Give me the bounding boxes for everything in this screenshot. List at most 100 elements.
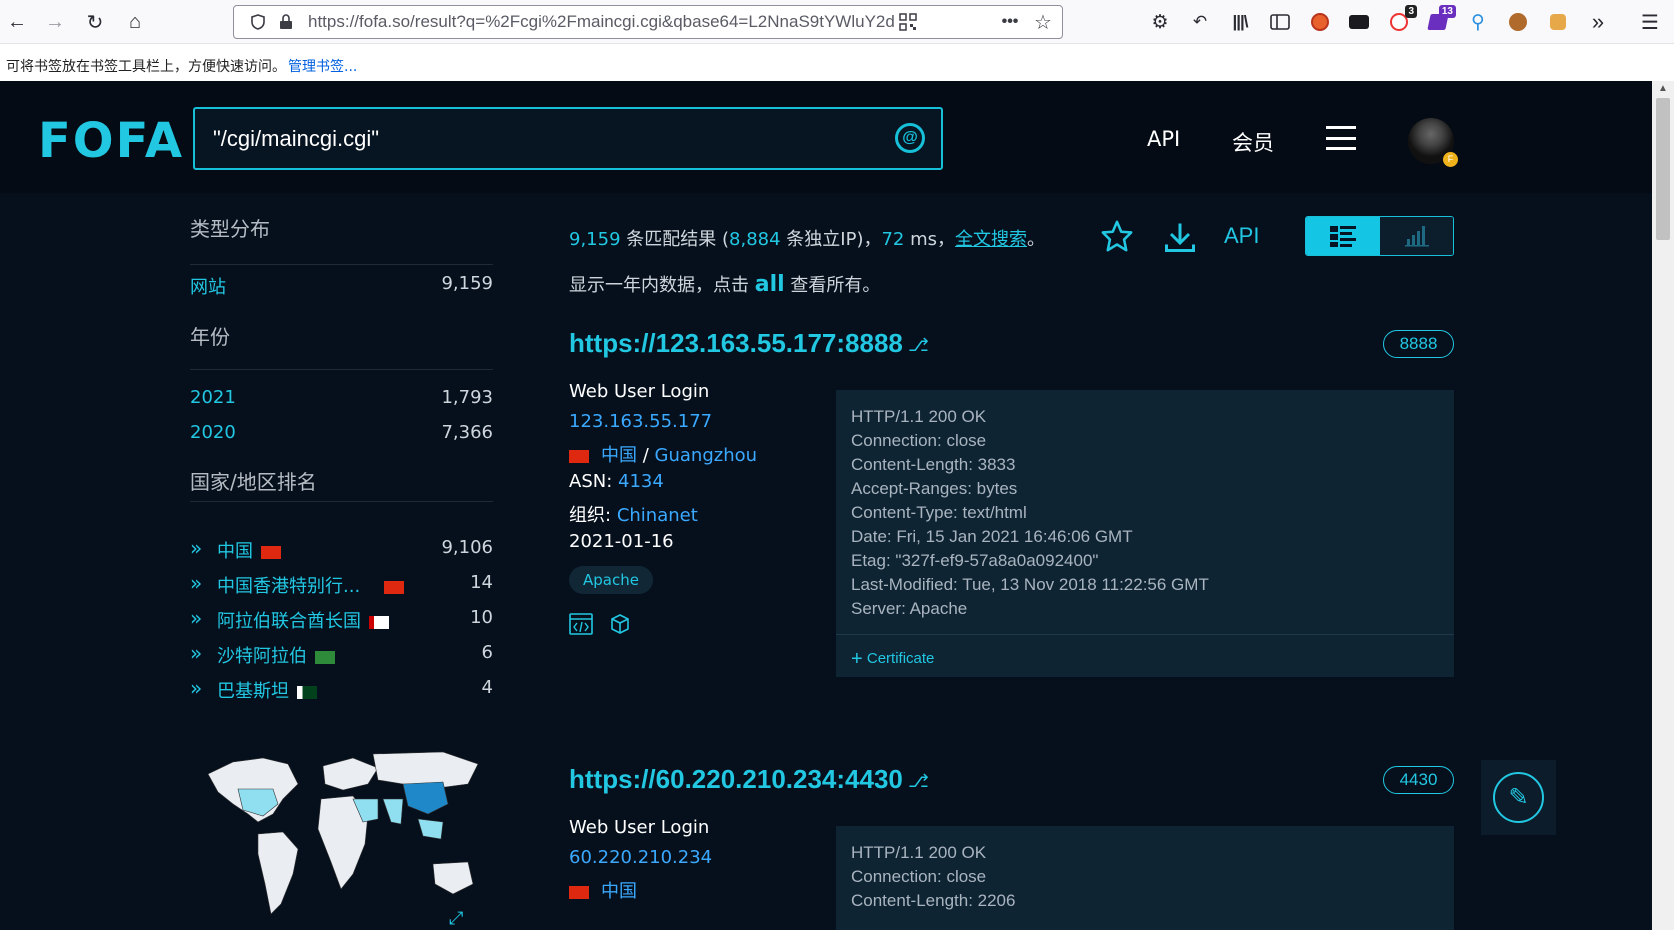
menu-icon[interactable] bbox=[1326, 126, 1356, 150]
download-icon[interactable] bbox=[1162, 219, 1198, 260]
header-line: Accept-Ranges: bytes bbox=[851, 479, 1018, 498]
nodes-extension-icon[interactable]: 3 bbox=[1387, 5, 1417, 34]
page-scrollbar[interactable]: ▲ bbox=[1652, 81, 1674, 930]
port-badge[interactable]: 4430 bbox=[1383, 766, 1454, 794]
view-toggle[interactable] bbox=[1305, 216, 1454, 256]
chevron-double-right-icon: » bbox=[190, 641, 203, 665]
country-name[interactable]: 阿拉伯联合酋长国 bbox=[217, 611, 361, 632]
country-label[interactable]: 阿拉伯联合酋长国 bbox=[217, 607, 389, 633]
country-name[interactable]: 沙特阿拉伯 bbox=[217, 646, 307, 667]
type-count: 9,159 bbox=[441, 273, 493, 294]
query-ms: 72 bbox=[881, 229, 905, 250]
code-view-icon[interactable] bbox=[569, 613, 593, 640]
result-url[interactable]: https://123.163.55.177:8888 bbox=[569, 328, 903, 359]
avatar[interactable]: F bbox=[1408, 118, 1458, 167]
chart-view-button[interactable] bbox=[1380, 217, 1453, 255]
year-row[interactable]: 2021 1,793 bbox=[190, 387, 493, 413]
country-label[interactable]: 中国 bbox=[217, 537, 281, 563]
year-label[interactable]: 2021 bbox=[190, 387, 236, 408]
result-url[interactable]: https://60.220.210.234:4430 bbox=[569, 764, 903, 795]
result-ip[interactable]: 60.220.210.234 bbox=[569, 847, 712, 868]
header-line: Date: Fri, 15 Jan 2021 16:46:06 GMT bbox=[851, 527, 1133, 546]
result-ip[interactable]: 123.163.55.177 bbox=[569, 411, 712, 432]
country-row[interactable]: » 中国 9,106 bbox=[190, 536, 493, 563]
list-view-button[interactable] bbox=[1306, 217, 1380, 255]
country-row[interactable]: » 巴基斯坦 4 bbox=[190, 676, 493, 703]
city-link[interactable]: Guangzhou bbox=[655, 445, 758, 466]
qr-code-icon[interactable] bbox=[896, 10, 920, 34]
back-button[interactable]: ← bbox=[2, 7, 32, 37]
undo-extension-icon[interactable]: ↶ bbox=[1188, 10, 1212, 34]
sidebar-toggle-icon[interactable] bbox=[1268, 10, 1292, 34]
nav-member[interactable]: 会员 bbox=[1232, 127, 1274, 157]
range-text-2: 查看所有。 bbox=[790, 275, 881, 296]
block-extension-icon[interactable] bbox=[1308, 10, 1332, 34]
reload-button[interactable]: ↻ bbox=[80, 7, 110, 37]
address-bar[interactable]: https://fofa.so/result?q=%2Fcgi%2Fmaincg… bbox=[233, 5, 1063, 39]
country-name[interactable]: 巴基斯坦 bbox=[217, 681, 289, 702]
year-label[interactable]: 2020 bbox=[190, 422, 236, 443]
type-row[interactable]: 网站 9,159 bbox=[190, 273, 493, 299]
country-label[interactable]: 中国香港特别行... bbox=[217, 572, 405, 598]
nav-api[interactable]: API bbox=[1147, 127, 1180, 151]
mask-extension-icon[interactable] bbox=[1347, 10, 1371, 34]
port-badge[interactable]: 8888 bbox=[1383, 330, 1454, 358]
page-actions-icon[interactable]: ••• bbox=[998, 10, 1022, 34]
favorite-star-icon[interactable] bbox=[1100, 219, 1134, 258]
purple-extension-icon[interactable]: 13 bbox=[1426, 5, 1456, 34]
cube-icon[interactable] bbox=[609, 613, 631, 640]
certificate-toggle[interactable]: + Certificate bbox=[836, 634, 1454, 677]
header-line: Content-Type: text/html bbox=[851, 503, 1027, 522]
org-link[interactable]: Chinanet bbox=[617, 505, 698, 526]
feedback-button[interactable]: ✎ bbox=[1481, 760, 1556, 835]
country-label[interactable]: 沙特阿拉伯 bbox=[217, 642, 335, 668]
expand-icon[interactable]: ⤢ bbox=[449, 908, 464, 929]
country-row[interactable]: » 阿拉伯联合酋长国 10 bbox=[190, 606, 493, 633]
search-box[interactable]: "/cgi/maincgi.cgi" @ bbox=[193, 107, 943, 170]
shield-icon[interactable] bbox=[246, 10, 270, 34]
bar-chart-icon bbox=[1404, 226, 1429, 247]
search-input[interactable]: "/cgi/maincgi.cgi" bbox=[213, 126, 379, 152]
fofa-logo[interactable]: FOFA bbox=[38, 111, 184, 171]
gear-extension-icon[interactable]: ⚙ bbox=[1148, 10, 1172, 34]
country-name[interactable]: 中国香港特别行... bbox=[217, 576, 360, 597]
cookie-extension-icon[interactable] bbox=[1506, 10, 1530, 34]
divider bbox=[190, 501, 493, 502]
plus-icon: + bbox=[851, 648, 863, 670]
result-date: 2021-01-16 bbox=[569, 531, 674, 552]
fulltext-search-link[interactable]: 全文搜索 bbox=[955, 229, 1027, 250]
year-row[interactable]: 2020 7,366 bbox=[190, 422, 493, 448]
country-link[interactable]: 中国 bbox=[601, 445, 637, 466]
pin-extension-icon[interactable]: ⚲ bbox=[1466, 10, 1490, 34]
search-icon[interactable]: @ bbox=[895, 123, 925, 153]
overflow-chevron-icon[interactable]: » bbox=[1586, 9, 1610, 34]
browser-toolbar: ← → ↻ ⌂ https://fofa.so/result?q=%2Fcgi%… bbox=[0, 0, 1674, 44]
country-label[interactable]: 巴基斯坦 bbox=[217, 677, 317, 703]
type-label[interactable]: 网站 bbox=[190, 273, 226, 299]
hamburger-menu-icon[interactable]: ☰ bbox=[1638, 10, 1662, 34]
country-count: 10 bbox=[470, 607, 493, 628]
scroll-up-icon[interactable]: ▲ bbox=[1658, 83, 1668, 94]
external-link-icon[interactable]: ⎇ bbox=[908, 335, 929, 356]
list-view-icon bbox=[1330, 226, 1356, 247]
country-link[interactable]: 中国 bbox=[601, 881, 637, 902]
asn-link[interactable]: 4134 bbox=[618, 471, 664, 492]
scrollbar-thumb[interactable] bbox=[1656, 98, 1670, 240]
url-text[interactable]: https://fofa.so/result?q=%2Fcgi%2Fmaincg… bbox=[308, 12, 956, 32]
bookmark-star-icon[interactable]: ☆ bbox=[1031, 10, 1055, 34]
country-row[interactable]: » 中国香港特别行... 14 bbox=[190, 571, 493, 598]
certificate-label: Certificate bbox=[866, 650, 935, 667]
world-map[interactable]: ⤢ bbox=[203, 744, 483, 930]
puzzle-extension-icon[interactable] bbox=[1546, 10, 1570, 34]
forward-button[interactable]: → bbox=[40, 7, 70, 37]
library-icon[interactable]: |||\ bbox=[1228, 10, 1252, 34]
product-tag[interactable]: Apache bbox=[569, 566, 653, 594]
lock-icon[interactable] bbox=[274, 10, 298, 34]
external-link-icon[interactable]: ⎇ bbox=[908, 771, 929, 792]
country-name[interactable]: 中国 bbox=[217, 541, 253, 562]
api-export-link[interactable]: API bbox=[1224, 223, 1259, 249]
home-button[interactable]: ⌂ bbox=[120, 7, 150, 37]
show-all-link[interactable]: all bbox=[755, 272, 785, 297]
manage-bookmarks-link[interactable]: 管理书签... bbox=[288, 59, 357, 75]
country-row[interactable]: » 沙特阿拉伯 6 bbox=[190, 641, 493, 668]
